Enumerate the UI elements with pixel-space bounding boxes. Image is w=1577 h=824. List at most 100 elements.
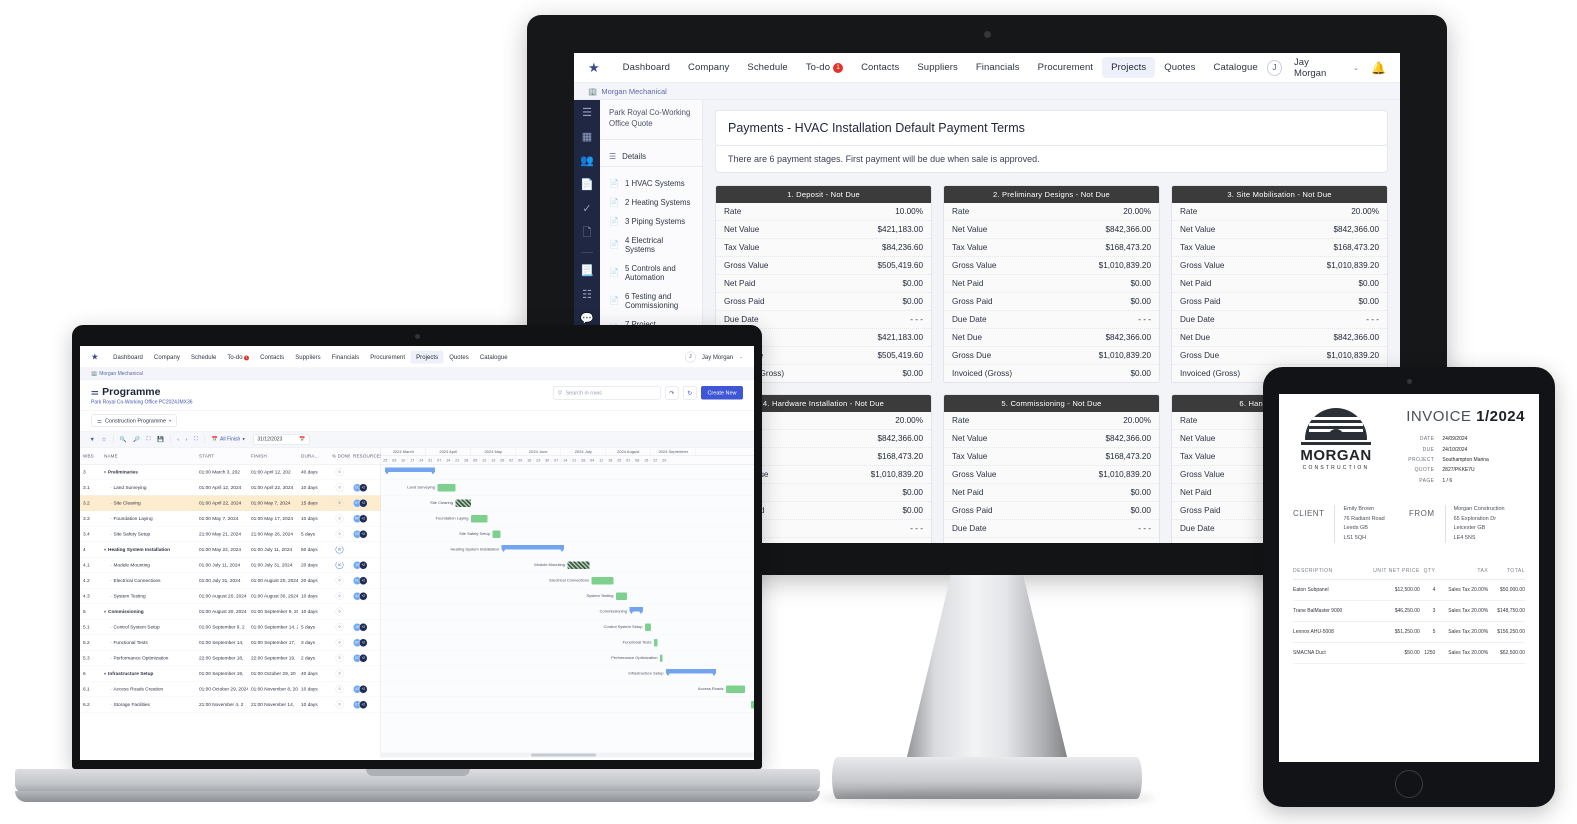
search-input[interactable]: ⚲ Search in rows: [552, 386, 661, 400]
table-row[interactable]: 3.1 - Land Surveying 01:00 April 12, 2024…: [80, 480, 381, 496]
avatar-overflow[interactable]: +2: [359, 684, 368, 694]
gantt-bar[interactable]: [645, 623, 651, 631]
nav-item-suppliers[interactable]: Suppliers: [908, 57, 967, 78]
avatar-overflow[interactable]: +2: [359, 653, 368, 663]
gantt-bar[interactable]: [751, 701, 754, 709]
fit-icon[interactable]: ⛶: [144, 435, 153, 445]
avatar-overflow[interactable]: +2: [359, 529, 368, 539]
table-row[interactable]: 5.1 - Control System Setup 01:00 Septembe…: [80, 620, 381, 635]
export-icon[interactable]: ↷: [664, 386, 679, 400]
next-icon[interactable]: ›: [183, 435, 190, 444]
chat-icon[interactable]: 💬: [580, 314, 594, 325]
table-row[interactable]: 3.3 - Foundation Laying 01:00 May 7, 2024…: [80, 511, 381, 527]
document-icon[interactable]: 📄: [580, 180, 594, 191]
gantt-bar[interactable]: [629, 607, 643, 614]
table-row[interactable]: 3.4 - Site Safety Setup 21:00 May 21, 202…: [80, 527, 381, 542]
star-icon[interactable]: ☆: [99, 435, 109, 445]
nav-item-schedule[interactable]: Schedule: [738, 57, 796, 78]
create-new-button[interactable]: Create New: [700, 386, 743, 400]
nav-item-company[interactable]: Company: [679, 57, 738, 78]
org-chart-icon[interactable]: ▦: [582, 132, 592, 143]
gantt-bar[interactable]: [385, 467, 435, 475]
sidebar-item-section-6[interactable]: 📄 6 Testing and Commissioning: [600, 287, 702, 315]
date-input[interactable]: 31/12/2023 📅: [253, 433, 310, 445]
tab-construction-programme[interactable]: ⚌ Construction Programme ▾: [91, 414, 178, 427]
chevron-down-icon[interactable]: ▾: [104, 671, 106, 676]
nav-item-procurement[interactable]: Procurement: [365, 350, 411, 363]
avatar-overflow[interactable]: +2: [359, 498, 368, 508]
avatar-overflow[interactable]: +2: [359, 514, 368, 523]
calendar-icon[interactable]: 📅: [299, 437, 305, 443]
chevron-down-icon[interactable]: ▾: [104, 470, 106, 475]
nav-item-procurement[interactable]: Procurement: [1029, 57, 1102, 78]
filter-icon[interactable]: ▼: [87, 435, 97, 444]
horizontal-scrollbar[interactable]: [381, 752, 754, 758]
nav-item-projects[interactable]: Projects: [1102, 57, 1156, 78]
table-row[interactable]: 5 ▾ Commissioning 01:00 August 30, 2024 0…: [80, 604, 381, 620]
avatar-overflow[interactable]: +2: [359, 576, 368, 585]
check-icon[interactable]: ✓: [582, 204, 591, 215]
table-row[interactable]: 6.1 - Access Roads Creation 01:00 October…: [80, 682, 381, 697]
nav-item-suppliers[interactable]: Suppliers: [290, 350, 326, 363]
sidebar-item-section-4[interactable]: 📄 4 Electrical Systems: [600, 231, 702, 259]
gantt-bar[interactable]: [437, 484, 456, 492]
avatar-overflow[interactable]: +2: [359, 622, 368, 632]
nav-item-contacts[interactable]: Contacts: [852, 57, 908, 78]
user-name-label[interactable]: Jay Morgan: [702, 353, 733, 360]
table-row[interactable]: 5.3 - Performance Optimization 22:00 Sept…: [80, 651, 381, 666]
people-icon[interactable]: 👥: [580, 156, 594, 167]
table-row[interactable]: 6.2 - Storage Facilities 21:00 November 4…: [80, 697, 381, 713]
sidebar-item-section-3[interactable]: 📄 3 Piping Systems: [600, 212, 702, 231]
avatar-overflow[interactable]: +2: [359, 560, 368, 570]
gantt-bar[interactable]: [501, 545, 564, 552]
gantt-bar[interactable]: [567, 561, 590, 569]
avatar-overflow[interactable]: +2: [359, 638, 368, 647]
avatar-overflow[interactable]: +2: [359, 483, 368, 492]
nav-item-schedule[interactable]: Schedule: [185, 350, 221, 363]
star-icon[interactable]: ★: [91, 352, 99, 362]
table-row[interactable]: 5.2 - Functional Tests 01:00 September 14…: [80, 635, 381, 651]
avatar-overflow[interactable]: +2: [359, 591, 368, 601]
gantt-bar[interactable]: [666, 669, 716, 676]
chevron-down-icon[interactable]: ▾: [104, 547, 106, 552]
breadcrumb-label[interactable]: Morgan Mechanical: [99, 371, 143, 377]
chevron-down-icon[interactable]: ⌄: [1353, 64, 1359, 72]
nav-item-dashboard[interactable]: Dashboard: [108, 350, 149, 363]
breadcrumb-label[interactable]: Morgan Mechanical: [601, 87, 666, 96]
filter-chip[interactable]: 📅 All Finish ▾: [209, 435, 248, 444]
previous-icon[interactable]: ‹: [175, 435, 182, 444]
page-subtitle[interactable]: Park Royal Co-Working Office PC2024JMX36: [91, 400, 193, 406]
nav-item-catalogue[interactable]: Catalogue: [474, 350, 513, 363]
save-icon[interactable]: 💾: [154, 435, 166, 445]
table-row[interactable]: 6 ▾ Infrastructure Setup 01:00 September …: [80, 666, 381, 682]
table-row[interactable]: 3.2 - Site Clearing 01:00 April 22, 2024 …: [80, 495, 381, 511]
table-row[interactable]: 4 ▾ Heating System Installation 01:00 May…: [80, 542, 381, 558]
zoom-in-icon[interactable]: 🔎: [131, 435, 143, 445]
gantt-bar[interactable]: [591, 577, 614, 585]
gantt-bar[interactable]: [455, 499, 471, 507]
nav-item-financials[interactable]: Financials: [326, 350, 365, 363]
zoom-out-icon[interactable]: 🔍: [117, 435, 129, 445]
nav-item-company[interactable]: Company: [148, 350, 185, 363]
nav-item-quotes[interactable]: Quotes: [1155, 57, 1204, 78]
star-icon[interactable]: ★: [588, 60, 600, 76]
table-row[interactable]: 4.2 - Electrical Connections 01:00 July 3…: [80, 573, 381, 589]
sidebar-item-section-2[interactable]: 📄 2 Heating Systems: [600, 193, 702, 212]
refresh-icon[interactable]: ↻: [682, 386, 697, 400]
rows-icon[interactable]: ☷: [582, 290, 592, 301]
gantt-bar[interactable]: [660, 654, 663, 662]
nav-item-projects[interactable]: Projects: [410, 350, 444, 364]
nav-item-to-do[interactable]: To-do 1: [797, 57, 852, 78]
table-row[interactable]: 4.3 - System Testing 01:00 August 20, 202…: [80, 589, 381, 604]
table-row[interactable]: 3 ▾ Preliminaries 01:00 March 3, 202 01:0…: [80, 465, 381, 480]
gantt-bar[interactable]: [471, 515, 488, 523]
nav-item-quotes[interactable]: Quotes: [444, 350, 475, 363]
list-icon[interactable]: ☰: [582, 108, 592, 119]
notification-bell-icon[interactable]: 🔔: [1371, 61, 1386, 75]
tablet-home-button[interactable]: [1395, 770, 1423, 798]
nav-item-financials[interactable]: Financials: [967, 57, 1029, 78]
nav-item-catalogue[interactable]: Catalogue: [1205, 57, 1267, 78]
avatar[interactable]: J: [1266, 59, 1283, 76]
nav-item-to-do[interactable]: To-do 1: [222, 350, 255, 363]
sidebar-item-section-5[interactable]: 📄 5 Controls and Automation: [600, 259, 702, 287]
